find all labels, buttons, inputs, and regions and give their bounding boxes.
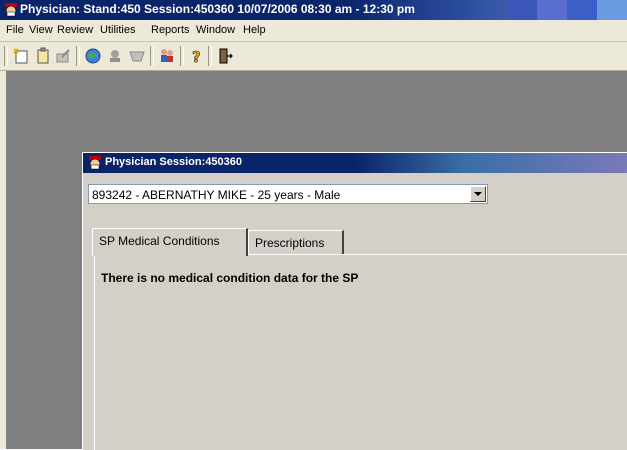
tab-panel: There is no medical condition data for t… bbox=[94, 254, 627, 450]
tab-label: Prescriptions bbox=[255, 236, 325, 250]
menu-help[interactable]: Help bbox=[243, 24, 266, 36]
physician-app-icon bbox=[89, 156, 101, 170]
physician-session-window: Physician Session:450360 893242 - ABERNA… bbox=[82, 152, 627, 450]
toolbar-grip bbox=[4, 46, 8, 66]
menu-window[interactable]: Window bbox=[196, 24, 235, 36]
session-window-title-bar[interactable]: Physician Session:450360 bbox=[83, 153, 627, 173]
app-title-bar[interactable]: Physician: Stand:450 Session:450360 10/0… bbox=[0, 0, 627, 20]
toolbar-separator bbox=[76, 46, 80, 66]
exit-icon[interactable] bbox=[216, 47, 234, 65]
tab-prescriptions[interactable]: Prescriptions bbox=[248, 230, 344, 254]
toolbar-separator bbox=[180, 46, 184, 66]
globe-icon[interactable] bbox=[84, 47, 102, 65]
menu-file[interactable]: File bbox=[6, 24, 24, 36]
chevron-down-icon[interactable] bbox=[470, 186, 486, 202]
menu-review[interactable]: Review bbox=[57, 24, 93, 36]
menu-reports[interactable]: Reports bbox=[151, 24, 190, 36]
physician-app-icon bbox=[5, 3, 17, 17]
participant-select-value: 893242 - ABERNATHY MIKE - 25 years - Mal… bbox=[92, 188, 341, 202]
form-icon[interactable] bbox=[128, 47, 146, 65]
svg-text:?: ? bbox=[192, 48, 201, 65]
people-icon[interactable] bbox=[158, 47, 176, 65]
menu-bar: File View Review Utilities Reports Windo… bbox=[0, 20, 627, 42]
stamp-icon[interactable] bbox=[106, 47, 124, 65]
edit-icon[interactable] bbox=[54, 47, 72, 65]
toolbar-separator bbox=[208, 46, 212, 66]
title-bar-gradient bbox=[507, 0, 627, 20]
toolbar-separator bbox=[150, 46, 154, 66]
new-icon[interactable] bbox=[12, 47, 30, 65]
app-title: Physician: Stand:450 Session:450360 10/0… bbox=[20, 2, 415, 16]
tab-sp-medical-conditions[interactable]: SP Medical Conditions bbox=[92, 228, 248, 256]
tab-label: SP Medical Conditions bbox=[99, 234, 220, 248]
clipboard-icon[interactable] bbox=[34, 47, 52, 65]
menu-view[interactable]: View bbox=[29, 24, 53, 36]
empty-state-message: There is no medical condition data for t… bbox=[101, 271, 359, 285]
session-window-title: Physician Session:450360 bbox=[105, 156, 242, 168]
help-icon[interactable]: ? bbox=[188, 47, 206, 65]
menu-utilities[interactable]: Utilities bbox=[100, 24, 135, 36]
participant-select[interactable]: 893242 - ABERNATHY MIKE - 25 years - Mal… bbox=[88, 184, 488, 204]
toolbar: ? bbox=[0, 42, 627, 71]
